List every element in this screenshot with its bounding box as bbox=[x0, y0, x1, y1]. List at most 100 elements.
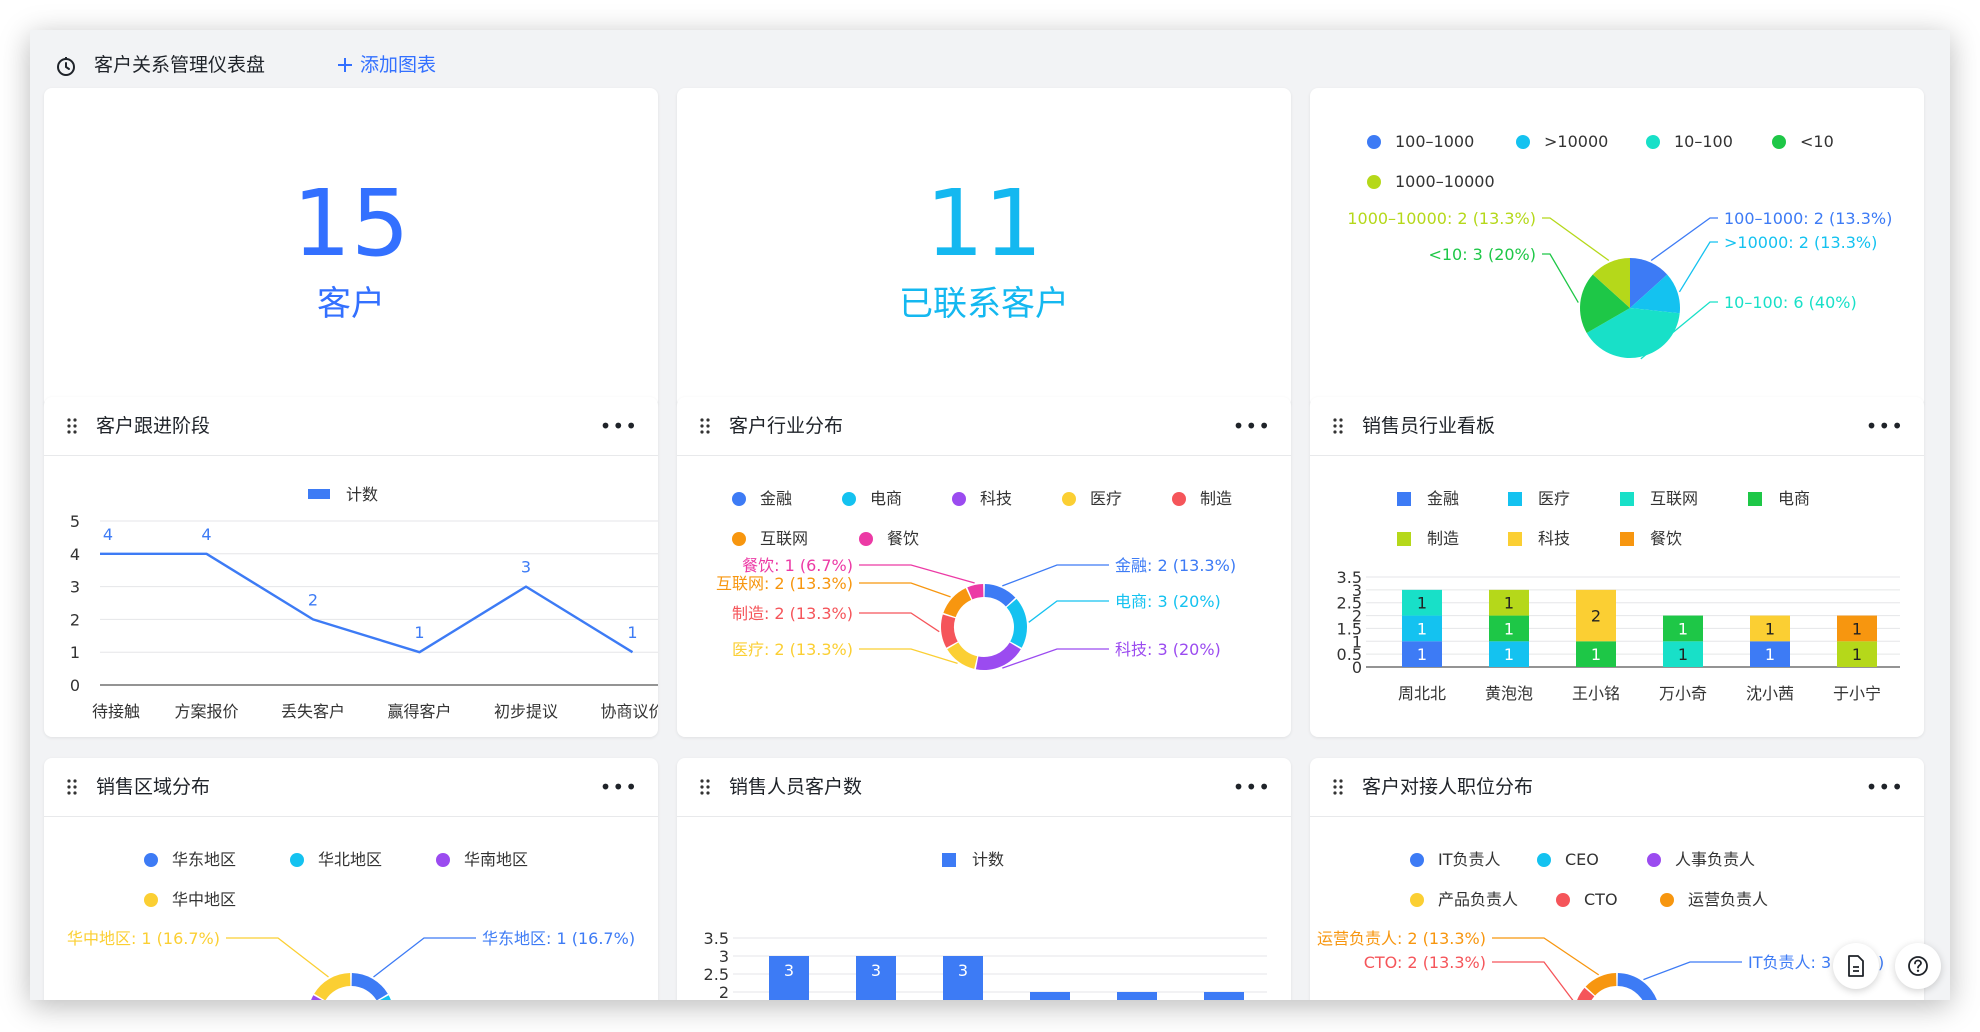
y-tick-label: 2.5 bbox=[704, 965, 729, 984]
y-tick-label: 3.5 bbox=[1337, 568, 1362, 587]
drag-handle-icon[interactable] bbox=[1332, 417, 1344, 435]
company-size-card[interactable]: 100–1000 >10000 10–100 <10 1000–10000 10… bbox=[1310, 88, 1924, 408]
card-header: 销售员行业看板 ••• bbox=[1310, 397, 1924, 456]
legend-item[interactable]: 100–1000 bbox=[1367, 132, 1474, 152]
drag-handle-icon[interactable] bbox=[66, 417, 78, 435]
data-label: 1 bbox=[1504, 619, 1514, 638]
legend-item[interactable]: IT负责人 bbox=[1410, 850, 1501, 870]
data-label: 1 bbox=[1417, 619, 1427, 638]
contacted-customer-card[interactable]: 11 已联系客户 bbox=[677, 88, 1291, 408]
slice-label: 医疗: 2 (13.3%) bbox=[732, 640, 853, 659]
legend-item[interactable]: CTO bbox=[1556, 890, 1618, 910]
slice-label: 100–1000: 2 (13.3%) bbox=[1724, 209, 1892, 228]
legend-item[interactable]: 华东地区 bbox=[144, 850, 236, 870]
legend-item[interactable]: 华北地区 bbox=[290, 850, 382, 870]
data-label: 1 bbox=[1765, 619, 1775, 638]
legend-item[interactable]: 10–100 bbox=[1646, 132, 1733, 152]
card-title: 客户行业分布 bbox=[729, 415, 844, 437]
slice-label: 餐饮: 1 (6.7%) bbox=[742, 556, 853, 575]
legend-item[interactable]: 互联网 bbox=[732, 529, 808, 549]
legend-item[interactable]: 运营负责人 bbox=[1660, 890, 1768, 910]
more-icon[interactable]: ••• bbox=[1233, 411, 1271, 441]
card-title: 销售区域分布 bbox=[96, 776, 211, 798]
x-tick-label: 待接触 bbox=[92, 702, 140, 721]
plus-icon bbox=[338, 58, 352, 72]
series-line bbox=[100, 552, 634, 654]
dashboard-title: 客户关系管理仪表盘 bbox=[94, 54, 266, 76]
pie-slice[interactable] bbox=[941, 614, 958, 648]
legend-item[interactable]: 华中地区 bbox=[144, 890, 236, 910]
legend-item[interactable]: 制造 bbox=[1397, 529, 1459, 549]
x-tick-label: 黄泡泡 bbox=[1485, 684, 1533, 703]
data-label: 1 bbox=[1765, 645, 1775, 664]
data-label: 1 bbox=[1678, 645, 1688, 664]
data-label: 1 bbox=[1417, 645, 1427, 664]
pie-slice[interactable] bbox=[943, 588, 972, 618]
legend-item[interactable]: 金融 bbox=[732, 489, 792, 509]
pie-slice[interactable] bbox=[984, 584, 1016, 607]
legend-item[interactable]: 华南地区 bbox=[436, 850, 528, 870]
legend-item[interactable]: 医疗 bbox=[1062, 489, 1122, 509]
legend-item[interactable]: 互联网 bbox=[1620, 489, 1698, 509]
add-chart-button[interactable]: 添加图表 bbox=[336, 50, 436, 80]
legend-item[interactable]: 电商 bbox=[842, 489, 902, 509]
drag-handle-icon[interactable] bbox=[699, 778, 711, 796]
slice-label: 华东地区: 1 (16.7%) bbox=[482, 929, 635, 948]
legend-item[interactable]: 科技 bbox=[952, 489, 1012, 509]
stat-value: 11 bbox=[925, 170, 1043, 277]
legend-item[interactable]: 医疗 bbox=[1508, 489, 1570, 509]
pie-slice[interactable] bbox=[1006, 598, 1027, 648]
legend-item[interactable]: 科技 bbox=[1508, 529, 1570, 549]
card-title: 客户跟进阶段 bbox=[96, 415, 211, 437]
pie-slice[interactable] bbox=[351, 973, 388, 1000]
more-icon[interactable]: ••• bbox=[600, 411, 638, 441]
legend-item[interactable]: <10 bbox=[1772, 132, 1834, 152]
x-tick-label: 万小奇 bbox=[1659, 684, 1707, 703]
callout-line bbox=[1643, 961, 1742, 981]
sales-industry-bar-chart: 00.511.522.533.5111周北北111黄泡泡12王小铭11万小奇11… bbox=[1337, 568, 1900, 703]
stage-card[interactable]: 客户跟进阶段 ••• 计数 0 1 2 3 4 5 4 待接触 4 方案报价 2 丢失客户 1 赢得客户 3 初… bbox=[44, 397, 658, 737]
sales-industry-card[interactable]: 销售员行业看板 ••• 金融 医疗 互联网 电商 制造 科技 餐饮 0 0.5 1 1… bbox=[1310, 397, 1924, 737]
more-icon[interactable]: ••• bbox=[1866, 411, 1904, 441]
more-icon[interactable]: ••• bbox=[1866, 772, 1904, 802]
pie-slice[interactable] bbox=[1585, 973, 1617, 996]
help-button[interactable] bbox=[1895, 943, 1941, 989]
legend-item[interactable]: 金融 bbox=[1397, 489, 1459, 509]
pie-slice[interactable] bbox=[314, 973, 351, 1000]
legend-item[interactable]: 餐饮 bbox=[859, 529, 919, 549]
legend-item[interactable]: 计数 bbox=[942, 850, 1004, 870]
callout-line bbox=[859, 612, 940, 633]
callout-line bbox=[859, 648, 958, 665]
legend-item[interactable]: 电商 bbox=[1748, 489, 1810, 509]
legend-item[interactable]: CEO bbox=[1537, 850, 1599, 870]
legend-item[interactable]: 人事负责人 bbox=[1647, 850, 1755, 870]
drag-handle-icon[interactable] bbox=[66, 778, 78, 796]
sales-count-bar-chart: 11.522.533.5333222 bbox=[704, 929, 1267, 1000]
more-icon[interactable]: ••• bbox=[1233, 772, 1271, 802]
y-tick-label: 2 bbox=[719, 983, 729, 1000]
data-label: 2 bbox=[1045, 997, 1055, 1000]
legend-item[interactable]: >10000 bbox=[1516, 132, 1608, 152]
legend-item[interactable]: 餐饮 bbox=[1620, 529, 1682, 549]
company-size-pie: 100–1000: 2 (13.3%) >10000: 2 (13.3%) 10–1… bbox=[1347, 209, 1892, 360]
drag-handle-icon[interactable] bbox=[1332, 778, 1344, 796]
x-tick-label: 协商议价 bbox=[600, 702, 658, 721]
region-card[interactable]: 销售区域分布 ••• 华东地区 华北地区 华南地区 华中地区 华东地区: 1 (… bbox=[44, 758, 658, 1000]
x-tick-label: 王小铭 bbox=[1572, 684, 1620, 703]
industry-card[interactable]: 客户行业分布 ••• 金融 电商 科技 医疗 制造 互联网 餐饮 金融: 2 (… bbox=[677, 397, 1291, 737]
slice-label: >10000: 2 (13.3%) bbox=[1724, 233, 1877, 252]
legend-item[interactable]: 产品负责人 bbox=[1410, 890, 1518, 910]
customer-count-card[interactable]: 15 客户 bbox=[44, 88, 658, 408]
legend-item[interactable]: 制造 bbox=[1172, 489, 1232, 509]
data-label: 3 bbox=[784, 961, 794, 980]
y-tick-label: 0 bbox=[70, 676, 80, 695]
data-label: 2 bbox=[1132, 997, 1142, 1000]
document-button[interactable] bbox=[1833, 943, 1879, 989]
position-card[interactable]: 客户对接人职位分布 ••• IT负责人 CEO 人事负责人 产品负责人 CTO … bbox=[1310, 758, 1924, 1000]
sales-count-card[interactable]: 销售人员客户数 ••• 计数 11.522.533.5333222 bbox=[677, 758, 1291, 1000]
more-icon[interactable]: ••• bbox=[600, 772, 638, 802]
data-label: 1 bbox=[1417, 594, 1427, 613]
drag-handle-icon[interactable] bbox=[699, 417, 711, 435]
pie-slice[interactable] bbox=[975, 642, 1021, 670]
pie-slice[interactable] bbox=[947, 642, 978, 669]
